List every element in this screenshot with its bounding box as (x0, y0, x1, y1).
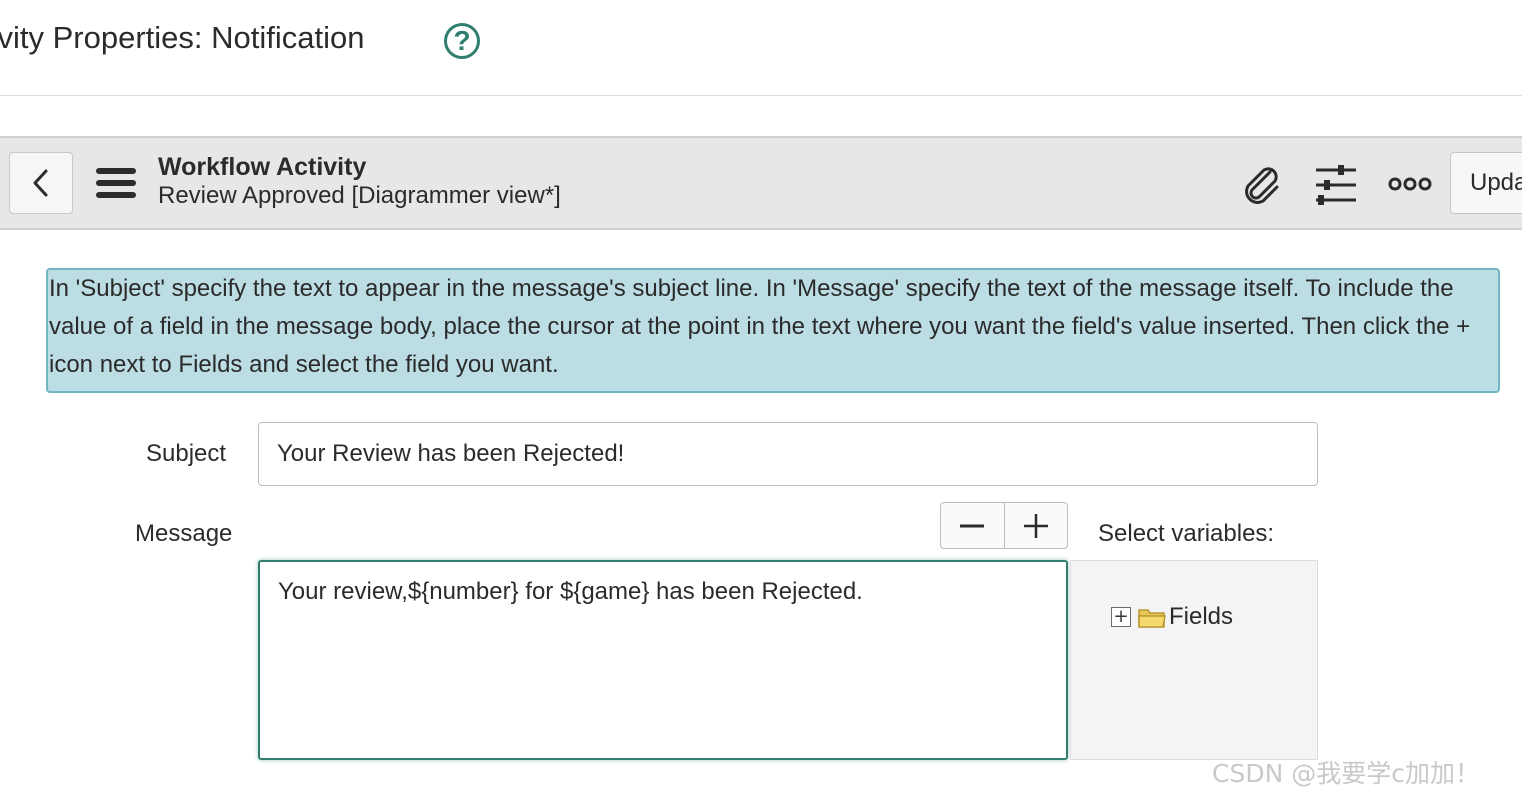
minus-icon (960, 524, 985, 527)
message-label: Message (135, 520, 233, 547)
info-line: icon next to Fields and select the field… (49, 351, 559, 378)
info-line: In 'Subject' specify the text to appear … (49, 275, 1454, 302)
more-icon[interactable] (1388, 176, 1432, 192)
help-icon[interactable]: ? (444, 23, 480, 59)
watermark: CSDN @我要学c加加！ (1212, 759, 1480, 788)
tree-node-fields[interactable]: + Fields (1111, 603, 1233, 631)
plus-icon (1023, 513, 1048, 538)
tree-node-label: Fields (1169, 603, 1234, 630)
paperclip-icon[interactable] (1240, 163, 1284, 207)
info-line: value of a field in the message body, pl… (49, 313, 1471, 340)
back-button[interactable] (9, 152, 73, 214)
increase-size-button[interactable] (1003, 503, 1068, 548)
record-name: Review Approved [Diagrammer view*] (158, 182, 561, 209)
sliders-icon[interactable] (1314, 164, 1358, 206)
message-textarea[interactable]: Your review,${number} for ${game} has be… (258, 560, 1068, 760)
chevron-left-icon (33, 169, 48, 197)
page-title: tivity Properties: Notification (0, 20, 365, 55)
record-type: Workflow Activity (158, 153, 367, 181)
record-header: Workflow Activity Review Approved [Diagr… (0, 136, 1522, 230)
hamburger-menu-icon[interactable] (96, 166, 136, 200)
expand-icon[interactable]: + (1111, 607, 1131, 627)
info-message: In 'Subject' specify the text to appear … (46, 268, 1500, 393)
subject-label: Subject (146, 440, 227, 467)
update-button[interactable]: Upda (1450, 152, 1522, 214)
folder-icon (1138, 609, 1166, 628)
title-bar: tivity Properties: Notification ? (0, 0, 1522, 96)
decrease-size-button[interactable] (941, 503, 1004, 548)
subject-input[interactable] (258, 422, 1318, 486)
variables-panel: + Fields (1070, 560, 1318, 760)
select-variables-label: Select variables: (1098, 520, 1275, 547)
textarea-size-stepper (940, 502, 1068, 549)
